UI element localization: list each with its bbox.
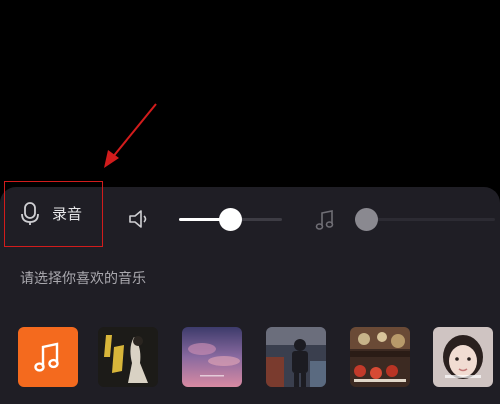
record-button[interactable]: 录音 — [4, 181, 103, 247]
music-note-tile[interactable] — [18, 327, 78, 387]
music-note-icon — [315, 210, 334, 230]
speaker-icon[interactable] — [127, 207, 151, 231]
music-list[interactable] — [0, 327, 500, 391]
choose-music-prompt: 请选择你喜欢的音乐 — [20, 271, 146, 287]
album-cover-1[interactable] — [98, 327, 158, 387]
microphone-icon — [21, 202, 39, 225]
album-cover-2[interactable] — [182, 327, 242, 387]
music-volume-slider[interactable] — [355, 204, 495, 234]
album-cover-5[interactable] — [433, 327, 493, 387]
record-label: 录音 — [52, 205, 83, 223]
album-cover-3[interactable] — [266, 327, 326, 387]
voice-volume-thumb[interactable] — [219, 208, 242, 231]
music-panel: 录音 请选择你喜欢的音乐 — [0, 181, 500, 404]
audio-controls-row: 录音 — [0, 181, 500, 249]
annotation-arrow — [104, 103, 157, 168]
voice-volume-slider[interactable] — [179, 204, 282, 234]
music-volume-thumb[interactable] — [355, 208, 378, 231]
album-cover-4[interactable] — [350, 327, 410, 387]
